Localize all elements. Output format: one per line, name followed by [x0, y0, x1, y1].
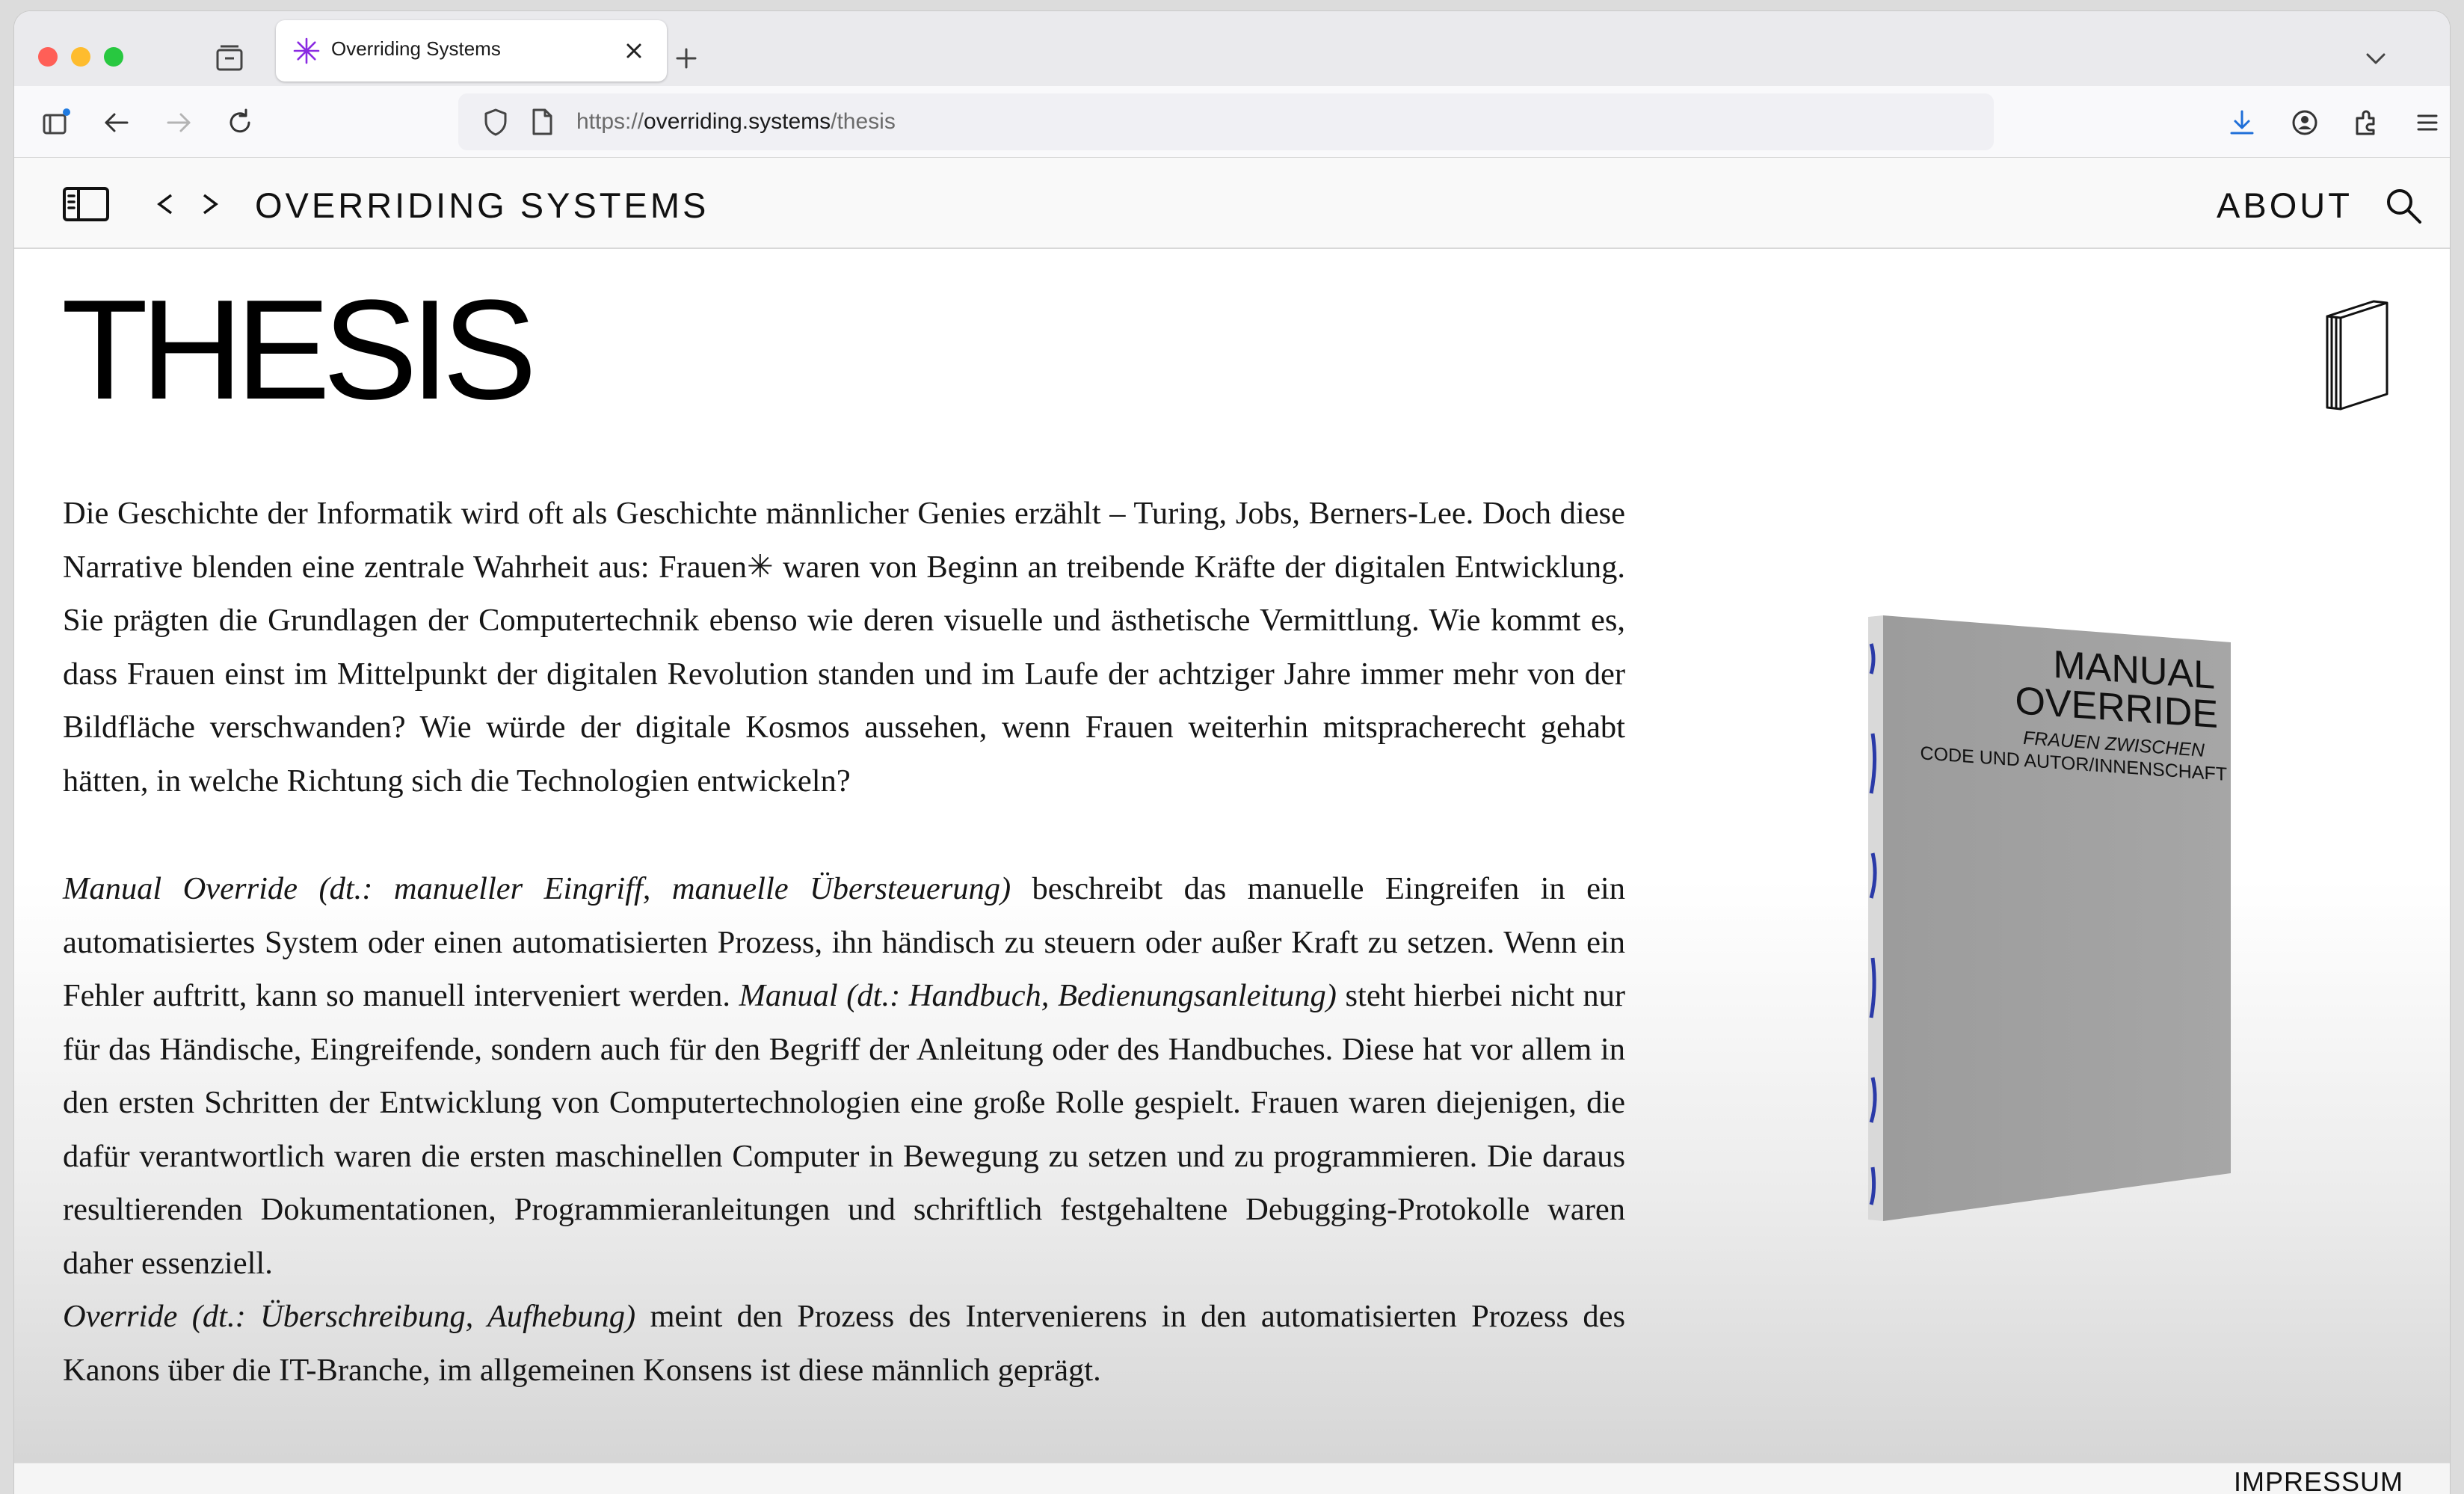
term-manual: Manual (dt.: Handbuch, Bedienungsanleitu… — [739, 978, 1337, 1013]
term-override: Override (dt.: Überschreibung, Aufhebung… — [63, 1299, 636, 1334]
account-icon[interactable] — [2290, 108, 2320, 138]
previous-page-icon[interactable] — [153, 189, 177, 219]
page-content: THESIS Die Geschichte der Informatik wir… — [14, 249, 2450, 1462]
active-tab[interactable]: Overriding Systems — [276, 20, 667, 82]
download-icon[interactable] — [2227, 108, 2257, 138]
tab-strip: Overriding Systems — [14, 11, 2450, 86]
browser-window: Overriding Systems https://overriding.sy… — [14, 11, 2450, 1494]
new-tab-icon[interactable] — [672, 44, 700, 73]
reload-icon[interactable] — [225, 108, 255, 138]
thesis-text: Die Geschichte der Informatik wird oft a… — [63, 487, 1625, 1397]
next-page-icon[interactable] — [198, 189, 222, 219]
close-window-button[interactable] — [38, 47, 58, 67]
impressum-link[interactable]: IMPRESSUM — [2234, 1466, 2403, 1494]
site-title[interactable]: OVERRIDING SYSTEMS — [255, 185, 709, 226]
manual-override-paragraph: Manual Override (dt.: manueller Eingriff… — [63, 871, 1625, 1281]
tab-groups-icon[interactable] — [215, 44, 244, 73]
sidebar-toggle-icon[interactable] — [62, 186, 110, 222]
intro-paragraph: Die Geschichte der Informatik wird oft a… — [63, 496, 1625, 799]
forward-arrow-icon[interactable] — [164, 108, 194, 138]
site-header: OVERRIDING SYSTEMS ABOUT — [14, 158, 2450, 249]
zoom-window-button[interactable] — [104, 47, 123, 67]
url-text[interactable]: https://overriding.systems/thesis — [576, 109, 896, 135]
asterisk-icon — [293, 37, 320, 64]
back-arrow-icon[interactable] — [102, 108, 132, 138]
page-title: THESIS — [61, 271, 537, 429]
extensions-icon[interactable] — [2351, 108, 2381, 138]
close-tab-icon[interactable] — [620, 37, 648, 65]
tab-title: Overriding Systems — [331, 37, 501, 60]
search-icon[interactable] — [2383, 185, 2424, 227]
address-bar[interactable]: https://overriding.systems/thesis — [458, 93, 1994, 150]
site-footer: IMPRESSUM — [14, 1462, 2450, 1494]
book-cover-image: MANUAL OVERRIDE FRAUEN ZWISCHEN CODE UND… — [1853, 599, 2234, 1224]
sidebar-tabs-icon[interactable] — [41, 108, 71, 138]
menu-icon[interactable] — [2412, 108, 2442, 138]
term-manual-override: Manual Override (dt.: manueller Eingriff… — [63, 871, 1011, 906]
page-icon — [532, 108, 552, 135]
book-icon[interactable] — [2320, 297, 2394, 419]
chevron-down-icon[interactable] — [2362, 44, 2390, 73]
shield-icon[interactable] — [481, 107, 511, 137]
minimize-window-button[interactable] — [71, 47, 90, 67]
override-paragraph: Override (dt.: Überschreibung, Aufhebung… — [63, 1299, 1625, 1388]
about-link[interactable]: ABOUT — [2217, 185, 2353, 226]
